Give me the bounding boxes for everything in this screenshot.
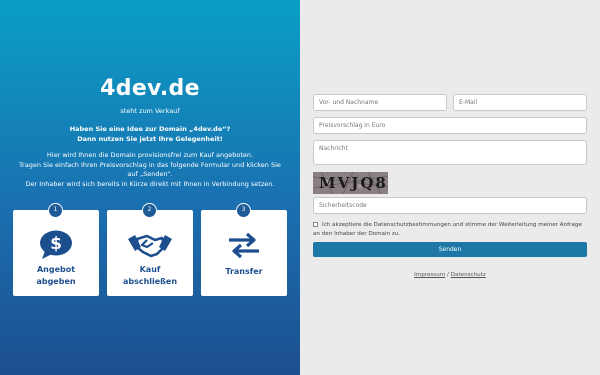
description-line-1: Hier wird Ihnen die Domain provisionsfre…	[46, 151, 254, 159]
security-code-input[interactable]	[313, 197, 587, 214]
question-line-2: Dann nutzen Sie jetzt Ihre Gelegenheit!	[77, 135, 223, 143]
step-number: 1	[48, 203, 63, 218]
step-card-purchase: 2 Kauf abschließen	[107, 203, 193, 296]
step-label-line-2: abschließen	[122, 277, 178, 286]
link-separator: /	[447, 272, 449, 278]
step-label-line-1: Transfer	[225, 267, 263, 276]
step-label-line-1: Kauf	[139, 265, 161, 274]
step-label: Angebot abgeben	[13, 264, 99, 288]
name-input[interactable]	[313, 94, 447, 111]
transfer-arrows-icon	[201, 228, 287, 262]
consent-row: Ich akzeptiere die Datenschutzbestimmung…	[313, 221, 588, 239]
step-number: 2	[142, 203, 157, 218]
privacy-link[interactable]: Datenschutz	[451, 272, 486, 278]
money-bubble-icon: $	[13, 228, 99, 262]
footer-links: Impressum / Datenschutz	[300, 272, 600, 278]
question-line-1: Haben Sie eine Idee zur Domain „4dev.de“…	[69, 125, 231, 133]
handshake-icon	[107, 228, 193, 262]
consent-text: Ich akzeptiere die Datenschutzbestimmung…	[313, 222, 582, 237]
hero-panel: 4dev.de steht zum Verkauf Haben Sie eine…	[0, 0, 300, 375]
question-text: Haben Sie eine Idee zur Domain „4dev.de“…	[0, 124, 300, 144]
description-line-3: auf „Senden“.	[127, 170, 173, 178]
captcha-text: MVJQ8	[319, 174, 388, 192]
step-label-line-2: abgeben	[36, 277, 76, 286]
send-button[interactable]: Senden	[313, 242, 587, 257]
description-line-4: Der Inhaber wird sich bereits in Kürze d…	[25, 179, 275, 188]
price-input[interactable]	[313, 117, 587, 134]
step-label: Transfer	[201, 266, 287, 278]
step-card-transfer: 3 Transfer	[201, 203, 287, 296]
email-input[interactable]	[453, 94, 587, 111]
for-sale-subtitle: steht zum Verkauf	[120, 107, 180, 115]
imprint-link[interactable]: Impressum	[414, 272, 445, 278]
domain-title: 4dev.de	[100, 76, 200, 101]
svg-text:$: $	[50, 234, 62, 254]
description-text: Hier wird Ihnen die Domain provisionsfre…	[10, 151, 290, 189]
step-number: 3	[236, 203, 251, 218]
step-label: Kauf abschließen	[107, 264, 193, 288]
message-input[interactable]	[313, 140, 587, 165]
captcha-image: MVJQ8	[313, 172, 388, 194]
consent-checkbox[interactable]	[313, 222, 318, 227]
step-label-line-1: Angebot	[36, 265, 76, 274]
description-line-2: Tragen Sie einfach Ihren Preisvorschlag …	[19, 160, 281, 169]
step-card-offer: 1 $ Angebot abgeben	[13, 203, 99, 296]
